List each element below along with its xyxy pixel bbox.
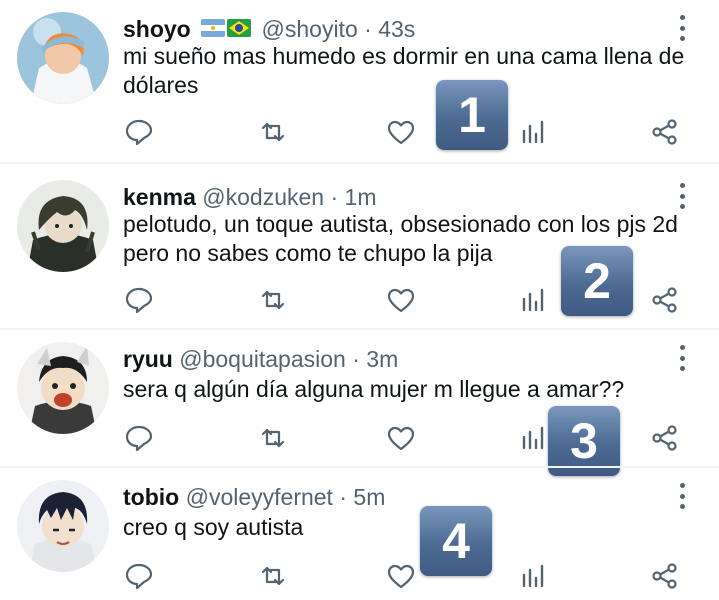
tweet-header: ryuu @boquitapasion · 3m	[123, 346, 398, 373]
timestamp[interactable]: 5m	[353, 484, 385, 510]
tweet-4[interactable]: tobio @voleyyfernet · 5m creo q soy auti…	[0, 468, 719, 600]
share-icon[interactable]	[650, 562, 680, 590]
avatar[interactable]	[17, 342, 109, 434]
analytics-icon[interactable]	[518, 424, 548, 452]
more-options-icon[interactable]	[672, 183, 692, 209]
timestamp[interactable]: 43s	[378, 16, 415, 42]
separator: ·	[339, 484, 348, 510]
number-badge: 4	[420, 506, 492, 576]
avatar[interactable]	[17, 180, 109, 272]
analytics-icon[interactable]	[518, 286, 548, 314]
separator: ·	[330, 184, 339, 210]
retweet-icon[interactable]	[258, 286, 288, 314]
reply-icon[interactable]	[124, 562, 154, 590]
like-icon[interactable]	[386, 424, 416, 452]
timestamp[interactable]: 3m	[366, 346, 398, 372]
retweet-icon[interactable]	[258, 424, 288, 452]
display-name[interactable]: shoyo	[123, 16, 191, 42]
retweet-icon[interactable]	[258, 118, 288, 146]
argentina-flag-icon	[201, 19, 226, 38]
avatar[interactable]	[17, 12, 109, 104]
more-options-icon[interactable]	[672, 345, 692, 371]
display-name[interactable]: kenma	[123, 184, 196, 210]
tweet-text: sera q algún día alguna mujer m llegue a…	[123, 376, 625, 402]
separator: ·	[364, 16, 372, 42]
handle[interactable]: @kodzuken	[202, 184, 324, 210]
tweet-text: creo q soy autista	[123, 514, 304, 540]
handle[interactable]: @boquitapasion	[179, 346, 346, 372]
retweet-icon[interactable]	[258, 562, 288, 590]
tweet-header: kenma @kodzuken · 1m	[123, 184, 376, 211]
flag-emojis	[201, 17, 252, 44]
display-name[interactable]: ryuu	[123, 346, 173, 372]
timestamp[interactable]: 1m	[345, 184, 377, 210]
reply-icon[interactable]	[124, 286, 154, 314]
number-badge: 2	[561, 246, 633, 316]
share-icon[interactable]	[650, 286, 680, 314]
tweet-header: tobio @voleyyfernet · 5m	[123, 484, 385, 511]
analytics-icon[interactable]	[518, 562, 548, 590]
display-name[interactable]: tobio	[123, 484, 179, 510]
share-icon[interactable]	[650, 118, 680, 146]
more-options-icon[interactable]	[672, 483, 692, 509]
separator: ·	[352, 346, 360, 372]
reply-icon[interactable]	[124, 424, 154, 452]
like-icon[interactable]	[386, 118, 416, 146]
like-icon[interactable]	[386, 562, 416, 590]
handle[interactable]: @voleyyfernet	[186, 484, 333, 510]
more-options-icon[interactable]	[672, 15, 692, 41]
brazil-flag-icon	[227, 19, 252, 38]
avatar[interactable]	[17, 480, 109, 572]
like-icon[interactable]	[386, 286, 416, 314]
tweet-3[interactable]: ryuu @boquitapasion · 3m sera q algún dí…	[0, 330, 719, 476]
handle[interactable]: @shoyito	[262, 16, 358, 42]
tweet-text: mi sueño mas humedo es dormir en una cam…	[123, 43, 685, 98]
tweet-1[interactable]: shoyo @shoyito · 43s mi sueño mas humedo…	[0, 0, 719, 162]
analytics-icon[interactable]	[518, 118, 548, 146]
reply-icon[interactable]	[124, 118, 154, 146]
tweet-header: shoyo @shoyito · 43s	[123, 16, 415, 44]
tweet-2[interactable]: kenma @kodzuken · 1m pelotudo, un toque …	[0, 164, 719, 328]
number-badge: 1	[436, 80, 508, 150]
share-icon[interactable]	[650, 424, 680, 452]
